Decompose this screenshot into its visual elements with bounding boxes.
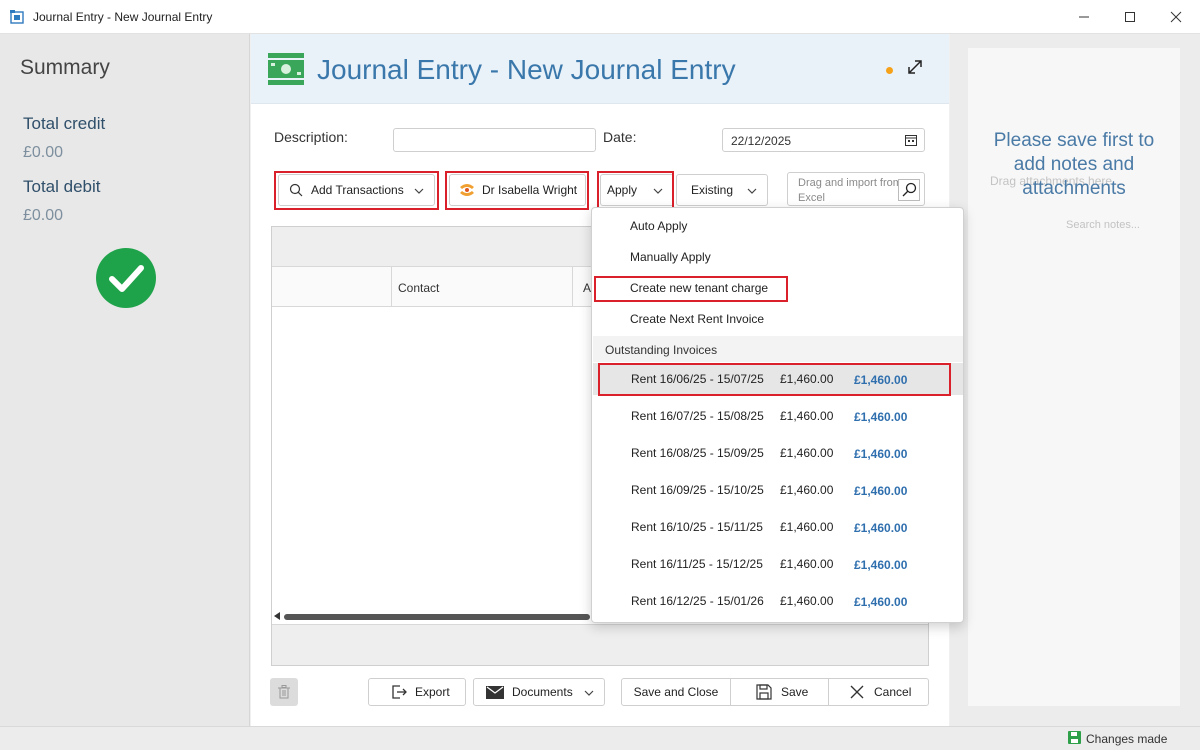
import-excel-label: Drag and import from Excel: [798, 177, 902, 204]
invoice-amount: £1,460.00: [780, 409, 834, 423]
import-excel-dropzone[interactable]: Drag and import from Excel: [787, 172, 925, 206]
maximize-button[interactable]: [1107, 0, 1153, 34]
cancel-button[interactable]: Cancel: [828, 678, 929, 706]
highlight-add-transactions: [274, 171, 439, 210]
invoice-desc: Rent 16/07/25 - 15/08/25: [631, 409, 764, 423]
column-separator: [572, 267, 573, 307]
summary-sidebar: Summary Total credit £0.00 Total debit £…: [0, 34, 250, 726]
invoice-row[interactable]: Rent 16/10/25 - 15/11/25 £1,460.00 £1,46…: [593, 511, 963, 543]
expand-icon[interactable]: [906, 58, 924, 76]
trash-icon: [278, 685, 290, 699]
page-title: Journal Entry - New Journal Entry: [317, 54, 736, 85]
invoice-amount: £1,460.00: [780, 557, 834, 571]
export-label: Export: [415, 685, 450, 699]
invoice-amount: £1,460.00: [780, 483, 834, 497]
status-text: Changes made: [1086, 732, 1168, 746]
invoice-desc: Rent 16/08/25 - 15/09/25: [631, 446, 764, 460]
invoice-row[interactable]: Rent 16/08/25 - 15/09/25 £1,460.00 £1,46…: [593, 437, 963, 469]
invoice-outstanding: £1,460.00: [854, 595, 908, 609]
maximize-icon: [1125, 12, 1135, 22]
invoice-desc: Rent 16/11/25 - 15/12/25: [631, 557, 763, 571]
horizontal-scrollbar[interactable]: [284, 614, 590, 620]
date-label: Date:: [603, 129, 637, 145]
close-icon: [1170, 11, 1182, 23]
form-header: Journal Entry - New Journal Entry: [251, 34, 949, 104]
invoice-desc: Rent 16/12/25 - 15/01/26: [631, 594, 764, 608]
window-title: Journal Entry - New Journal Entry: [33, 10, 213, 24]
app-icon: [10, 10, 24, 24]
cancel-label: Cancel: [874, 685, 912, 699]
apply-dropdown-menu: Auto Apply Manually Apply Create new ten…: [591, 207, 964, 623]
column-header-a[interactable]: A: [583, 281, 591, 295]
delete-button[interactable]: [270, 678, 298, 706]
scroll-left-icon[interactable]: [274, 612, 280, 620]
grid-footer: [272, 624, 928, 665]
close-icon: [850, 685, 864, 699]
invoice-row[interactable]: Rent 16/09/25 - 15/10/25 £1,460.00 £1,46…: [593, 474, 963, 506]
close-window-button[interactable]: [1153, 0, 1199, 34]
title-bar: Journal Entry - New Journal Entry: [0, 0, 1200, 34]
menu-item-create-next-rent-invoice[interactable]: Create Next Rent Invoice: [630, 312, 764, 326]
menu-item-manually-apply[interactable]: Manually Apply: [630, 250, 711, 264]
minimize-button[interactable]: [1061, 0, 1107, 34]
highlight-create-tenant-charge: [594, 276, 788, 302]
highlight-first-invoice: [598, 363, 951, 396]
export-icon: [392, 685, 407, 699]
export-button[interactable]: Export: [368, 678, 466, 706]
invoice-row[interactable]: Rent 16/12/25 - 15/01/26 £1,460.00 £1,46…: [593, 585, 963, 617]
invoice-outstanding: £1,460.00: [854, 447, 908, 461]
invoice-row[interactable]: Rent 16/07/25 - 15/08/25 £1,460.00 £1,46…: [593, 400, 963, 432]
documents-button[interactable]: Documents: [473, 678, 605, 706]
invoice-desc: Rent 16/09/25 - 15/10/25: [631, 483, 764, 497]
save-icon: [756, 684, 772, 700]
date-value: 22/12/2025: [731, 134, 792, 148]
minimize-icon: [1079, 16, 1089, 18]
invoice-amount: £1,460.00: [780, 594, 834, 608]
description-field[interactable]: [393, 128, 596, 152]
save-button[interactable]: Save: [730, 678, 829, 706]
invoice-row[interactable]: Rent 16/11/25 - 15/12/25 £1,460.00 £1,46…: [593, 548, 963, 580]
menu-item-auto-apply[interactable]: Auto Apply: [630, 219, 687, 233]
total-credit-label: Total credit: [23, 114, 106, 133]
money-icon: [268, 53, 304, 85]
invoice-amount: £1,460.00: [780, 446, 834, 460]
save-status-icon: [1068, 731, 1081, 744]
section-label: Outstanding Invoices: [605, 343, 718, 357]
highlight-contact: [445, 171, 589, 210]
highlight-apply: [597, 171, 674, 210]
invoice-outstanding: £1,460.00: [854, 410, 908, 424]
calendar-icon[interactable]: [905, 134, 917, 146]
notes-search-input[interactable]: Search notes...: [1066, 219, 1150, 231]
status-bar: Changes made: [0, 726, 1200, 750]
invoice-desc: Rent 16/10/25 - 15/11/25: [631, 520, 763, 534]
save-and-close-button[interactable]: Save and Close: [621, 678, 731, 706]
balanced-check-icon: [96, 248, 156, 308]
search-icon[interactable]: [898, 179, 920, 201]
outstanding-invoices-section: Outstanding Invoices: [593, 336, 963, 362]
total-debit-label: Total debit: [23, 177, 101, 196]
save-and-close-label: Save and Close: [633, 685, 719, 699]
notes-panel: Drag attachments here... Search notes...…: [950, 34, 1200, 726]
documents-label: Documents: [512, 685, 573, 699]
chevron-down-icon: [584, 690, 594, 696]
summary-title: Summary: [20, 56, 110, 79]
envelope-icon: [486, 685, 504, 699]
column-header-contact[interactable]: Contact: [398, 281, 439, 295]
save-label: Save: [781, 685, 809, 699]
column-separator: [391, 267, 392, 307]
invoice-outstanding: £1,460.00: [854, 558, 908, 572]
notes-save-first-message: Please save first to add notes and attac…: [993, 130, 1155, 199]
total-credit-value: £0.00: [23, 144, 64, 161]
description-label: Description:: [274, 129, 348, 145]
invoice-amount: £1,460.00: [780, 520, 834, 534]
chevron-down-icon: [747, 188, 757, 194]
invoice-outstanding: £1,460.00: [854, 484, 908, 498]
invoice-outstanding: £1,460.00: [854, 521, 908, 535]
date-field[interactable]: 22/12/2025: [722, 128, 925, 152]
total-debit-value: £0.00: [23, 207, 64, 224]
existing-label: Existing: [691, 183, 734, 197]
unsaved-indicator: [886, 67, 893, 74]
existing-button[interactable]: Existing: [676, 174, 768, 206]
